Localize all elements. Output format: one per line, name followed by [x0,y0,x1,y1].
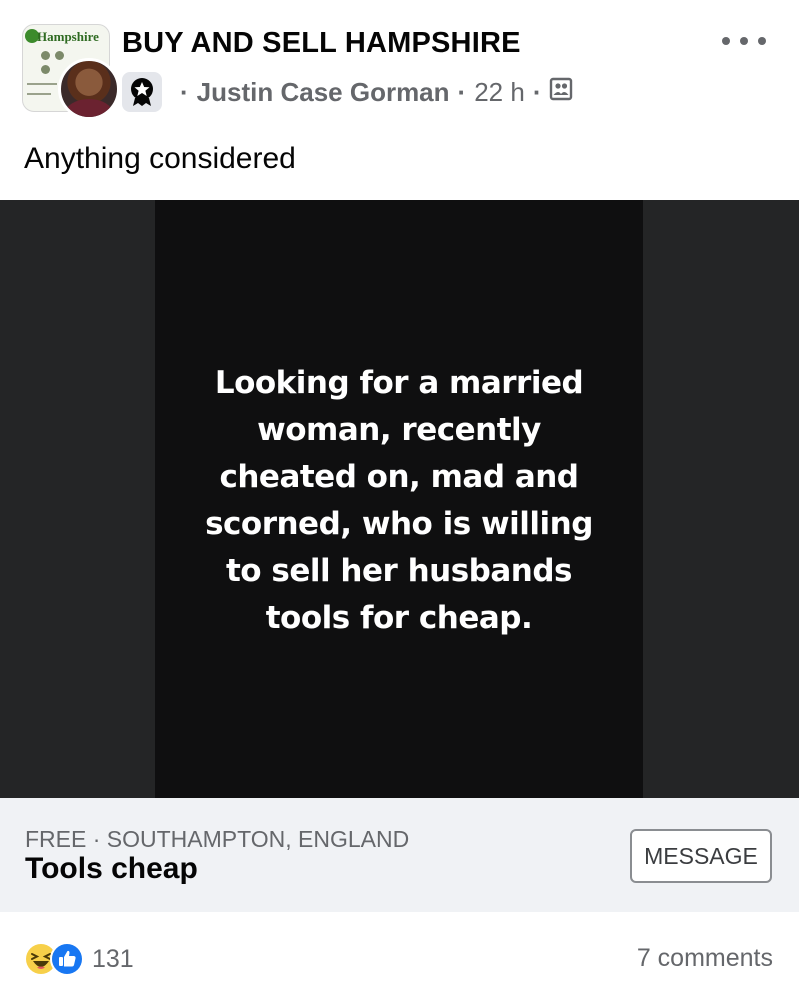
group-name-link[interactable]: BUY AND SELL HAMPSHIRE [122,27,521,60]
group-logo-dot-icon [41,51,50,60]
meta-separator: · [532,76,542,107]
meta-separator: · [457,76,467,107]
like-reaction-icon [50,942,84,976]
post-image[interactable]: Looking for a married woman, recently ch… [0,200,799,798]
more-options-dot [758,37,766,45]
meta-separator: · [180,76,189,107]
author-name-link[interactable]: Justin Case Gorman [197,77,450,108]
post-meta-row: · Justin Case Gorman · 22 h · [122,72,573,112]
listing-title[interactable]: Tools cheap [25,852,198,886]
post-meta-text: · Justin Case Gorman · 22 h · [172,77,573,108]
group-audience-icon [549,77,573,108]
message-button[interactable]: MESSAGE [630,829,772,883]
author-avatar-shoulders [65,99,113,117]
image-text-line: cheated on, mad and [219,459,579,495]
post-timestamp[interactable]: 22 h [474,77,525,108]
author-avatar[interactable] [58,58,120,120]
listing-price-location: FREE · SOUTHAMPTON, ENGLAND [25,826,410,852]
group-logo-line [27,83,57,85]
more-options-icon[interactable] [722,26,766,56]
image-text: Looking for a married woman, recently ch… [155,360,643,642]
reaction-count: 131 [92,944,134,973]
more-options-dot [740,37,748,45]
post-header: Hampshire BUY AND SELL HAMPSHIRE · Justi… [0,0,799,130]
image-text-line: tools for cheap. [265,600,533,636]
image-text-line: Looking for a married [214,365,584,401]
reactions-summary[interactable]: 131 [24,942,134,976]
post-image-canvas: Looking for a married woman, recently ch… [155,200,643,798]
post-caption: Anything considered [24,142,296,175]
group-logo-dot-icon [41,65,50,74]
more-options-dot [722,37,730,45]
group-avatar-text: Hampshire [37,29,99,44]
comments-count-link[interactable]: 7 comments [637,944,773,973]
community-badge-icon[interactable] [122,72,162,112]
group-logo-line [27,93,51,95]
image-text-line: scorned, who is willing [205,506,593,542]
image-text-line: woman, recently [257,412,541,448]
image-text-line: to sell her husbands [225,553,573,589]
group-logo-dot-icon [55,51,64,60]
